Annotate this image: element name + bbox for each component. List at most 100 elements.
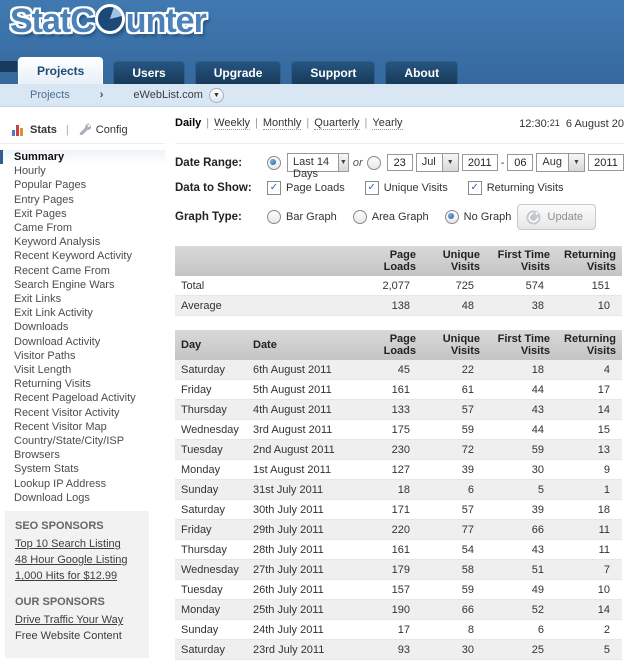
checkbox-option-returning-visits[interactable]: ✓ Returning Visits xyxy=(467,181,564,195)
sidebar-item-returning-visits[interactable]: Returning Visits xyxy=(0,377,165,391)
tab-support[interactable]: Support xyxy=(291,61,376,84)
checkbox-option-page-loads[interactable]: ✓ Page Loads xyxy=(267,181,345,195)
sidebar-item-exit-links[interactable]: Exit Links xyxy=(0,292,165,306)
radio-option-bar-graph[interactable]: Bar Graph xyxy=(267,210,337,224)
sidebar-item-download-logs[interactable]: Download Logs xyxy=(0,491,165,505)
period-daily[interactable]: Daily xyxy=(175,117,201,129)
table-row: Sunday 24th July 2011 17 8 6 2 xyxy=(175,620,622,640)
data-to-show-row: Data to Show: ✓ Page Loads ✓ Unique Visits ✓… xyxy=(175,181,624,195)
sidebar-item-search-engine-wars[interactable]: Search Engine Wars xyxy=(0,278,165,292)
chevron-down-icon: ▼ xyxy=(441,154,458,171)
from-month-select[interactable]: Jul ▼ xyxy=(415,153,459,172)
data-to-show-label: Data to Show: xyxy=(175,182,252,194)
sidebar-item-visit-length[interactable]: Visit Length xyxy=(0,363,165,377)
stats-button[interactable]: Stats xyxy=(30,124,57,136)
period-quarterly[interactable]: Quarterly xyxy=(314,117,360,130)
table-row: Saturday 6th August 2011 45 22 18 4 xyxy=(175,360,622,380)
day-cell: Saturday xyxy=(181,643,226,656)
radio-control[interactable] xyxy=(352,210,367,224)
sidebar-item-hourly[interactable]: Hourly xyxy=(0,164,165,178)
cell-value: 17 xyxy=(397,623,410,636)
sidebar-item-downloads[interactable]: Downloads xyxy=(0,320,165,334)
sidebar-item-recent-pageload-activity[interactable]: Recent Pageload Activity xyxy=(0,391,165,405)
breadcrumb-project-name[interactable]: eWebList.com xyxy=(133,89,203,101)
day-cell: Friday xyxy=(181,383,212,396)
checkbox-option-unique-visits[interactable]: ✓ Unique Visits xyxy=(364,181,448,195)
summary-table-body: Total 2,077 725 574 151 Average 138 48 38 10 xyxy=(175,276,622,316)
to-year-input[interactable] xyxy=(588,154,624,171)
sidebar-item-recent-visitor-map[interactable]: Recent Visitor Map xyxy=(0,420,165,434)
cell-value: 39 xyxy=(531,503,544,516)
sidebar-item-browsers[interactable]: Browsers xyxy=(0,448,165,462)
sidebar-item-recent-visitor-activity[interactable]: Recent Visitor Activity xyxy=(0,406,165,420)
sidebar-item-country-state-city-isp[interactable]: Country/State/City/ISP xyxy=(0,434,165,448)
sidebar-item-lookup-ip-address[interactable]: Lookup IP Address xyxy=(0,477,165,491)
tab-projects[interactable]: Projects xyxy=(18,57,104,84)
sidebar-item-visitor-paths[interactable]: Visitor Paths xyxy=(0,349,165,363)
from-day-input[interactable] xyxy=(386,154,413,171)
custom-range-radio[interactable] xyxy=(366,155,381,170)
cell-value: 6 xyxy=(467,483,474,496)
wrench-icon xyxy=(78,122,92,138)
tab-bar: Projects Users Upgrade Support About xyxy=(18,57,468,84)
sidebar-item-exit-pages[interactable]: Exit Pages xyxy=(0,207,165,221)
date-cell: 25th July 2011 xyxy=(253,603,324,616)
from-year-input[interactable] xyxy=(461,154,498,171)
sidebar: Stats | Config Summary Hourly Popular Page… xyxy=(0,107,165,659)
sidebar-item-popular-pages[interactable]: Popular Pages xyxy=(0,178,165,192)
radio-option-area-graph[interactable]: Area Graph xyxy=(352,210,429,224)
config-button[interactable]: Config xyxy=(96,124,128,136)
chevron-down-icon[interactable]: ▼ xyxy=(208,87,224,103)
checkbox-control[interactable]: ✓ xyxy=(267,181,281,195)
table-row: Monday 25th July 2011 190 66 52 14 xyxy=(175,599,622,620)
sidebar-item-summary[interactable]: Summary xyxy=(0,150,165,165)
cell-value: 7 xyxy=(603,563,610,576)
tab-users[interactable]: Users xyxy=(113,61,185,84)
radio-option-no-graph[interactable]: No Graph xyxy=(444,210,511,224)
toolbar-separator: | xyxy=(65,124,69,136)
tab-upgrade[interactable]: Upgrade xyxy=(194,61,282,84)
checkbox-control[interactable]: ✓ xyxy=(467,181,482,195)
cell-value: 4 xyxy=(603,363,610,376)
preset-range-select[interactable]: Last 14 Days ▼ xyxy=(287,153,349,180)
table-row: Tuesday 2nd August 2011 230 72 59 13 xyxy=(175,439,622,460)
sponsor-link-top-10-search-listing[interactable]: Top 10 Search Listing xyxy=(15,536,139,552)
radio-control[interactable] xyxy=(267,210,281,224)
update-button[interactable]: Update xyxy=(516,204,596,230)
sidebar-item-recent-came-from[interactable]: Recent Came From xyxy=(0,264,165,278)
chevron-down-icon: ▼ xyxy=(568,154,584,171)
sidebar-item-keyword-analysis[interactable]: Keyword Analysis xyxy=(0,235,165,249)
period-yearly[interactable]: Yearly xyxy=(372,117,403,130)
sidebar-item-recent-keyword-activity[interactable]: Recent Keyword Activity xyxy=(0,249,165,263)
to-day-input[interactable] xyxy=(507,154,534,171)
cell-value: 8 xyxy=(467,623,474,636)
sponsor-link-48-hour-google-listing[interactable]: 48 Hour Google Listing xyxy=(15,552,139,568)
sponsor-link-free-website-content[interactable]: Free Website Content xyxy=(15,628,139,644)
date-cell: 23rd July 2011 xyxy=(253,643,325,656)
period-weekly[interactable]: Weekly xyxy=(214,117,251,130)
sidebar-item-came-from[interactable]: Came From xyxy=(0,221,165,235)
sidebar-item-exit-link-activity[interactable]: Exit Link Activity xyxy=(0,306,165,320)
sponsor-link-drive-traffic-your-way[interactable]: Drive Traffic Your Way xyxy=(15,612,139,628)
row-label: Average xyxy=(181,299,222,312)
checkbox-control[interactable]: ✓ xyxy=(364,181,379,195)
sidebar-item-entry-pages[interactable]: Entry Pages xyxy=(0,193,165,207)
cell-value: 54 xyxy=(461,543,474,556)
table-row: Tuesday 26th July 2011 157 59 49 10 xyxy=(175,580,622,600)
sponsor-link-1-000-hits-for-12-99[interactable]: 1,000 Hits for $12.99 xyxy=(15,568,139,584)
breadcrumb: Projects › eWebList.com ▼ xyxy=(0,84,624,107)
cell-value: 61 xyxy=(461,383,474,396)
sidebar-item-download-activity[interactable]: Download Activity xyxy=(0,335,165,349)
radio-control[interactable] xyxy=(444,210,459,224)
cell-value: 9 xyxy=(603,463,610,476)
to-month-select[interactable]: Aug ▼ xyxy=(536,153,585,172)
cell-value: 18 xyxy=(397,483,410,496)
preset-range-radio[interactable] xyxy=(267,155,281,170)
breadcrumb-projects[interactable]: Projects xyxy=(30,89,70,101)
tab-about[interactable]: About xyxy=(385,61,459,84)
day-cell: Tuesday xyxy=(181,443,223,456)
period-monthly[interactable]: Monthly xyxy=(262,117,302,130)
cell-value: 52 xyxy=(531,603,544,616)
sidebar-item-system-stats[interactable]: System Stats xyxy=(0,462,165,476)
cell-value: 10 xyxy=(597,299,610,312)
